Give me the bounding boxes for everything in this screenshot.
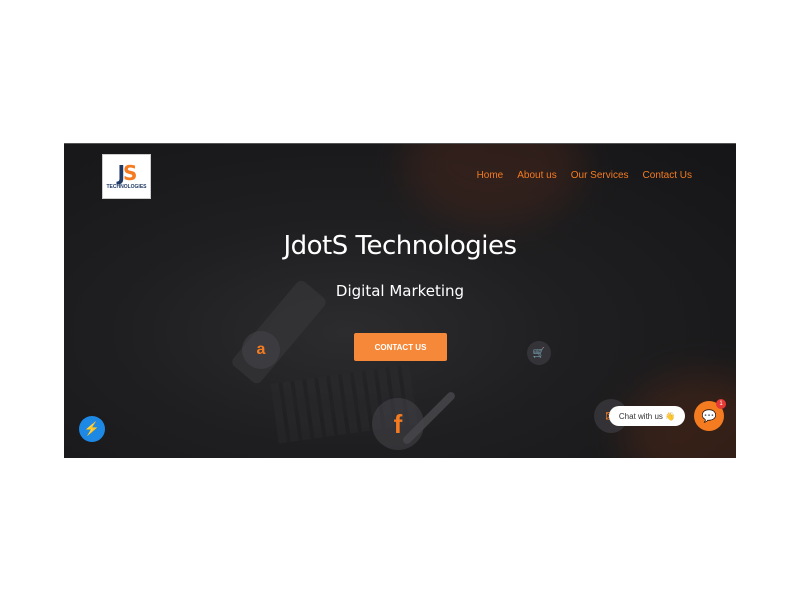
- cart-icon: 🛒: [527, 341, 551, 365]
- logo-letter-s: S: [123, 161, 137, 185]
- logo-mark: JS: [118, 161, 138, 185]
- nav-about-us[interactable]: About us: [517, 170, 556, 181]
- nav-our-services[interactable]: Our Services: [571, 170, 629, 181]
- main-nav: Home About us Our Services Contact Us: [477, 170, 692, 181]
- nav-home[interactable]: Home: [477, 170, 504, 181]
- hero-glow: [404, 144, 584, 224]
- hero-section: JS TECHNOLOGIES Home About us Our Servic…: [64, 143, 736, 458]
- amazon-icon: a: [242, 331, 280, 369]
- hero-title: JdotS Technologies: [283, 231, 517, 261]
- site-logo[interactable]: JS TECHNOLOGIES: [102, 154, 151, 199]
- chat-notification-badge: 1: [716, 399, 726, 409]
- messenger-icon[interactable]: ⚡: [79, 416, 105, 442]
- hero-subtitle: Digital Marketing: [335, 282, 465, 300]
- contact-us-button[interactable]: CONTACT US: [354, 333, 447, 361]
- logo-name: TECHNOLOGIES: [106, 184, 147, 190]
- nav-contact-us[interactable]: Contact Us: [643, 170, 692, 181]
- chat-with-us-bubble[interactable]: Chat with us 👋: [609, 406, 685, 426]
- facebook-icon: f: [372, 398, 424, 450]
